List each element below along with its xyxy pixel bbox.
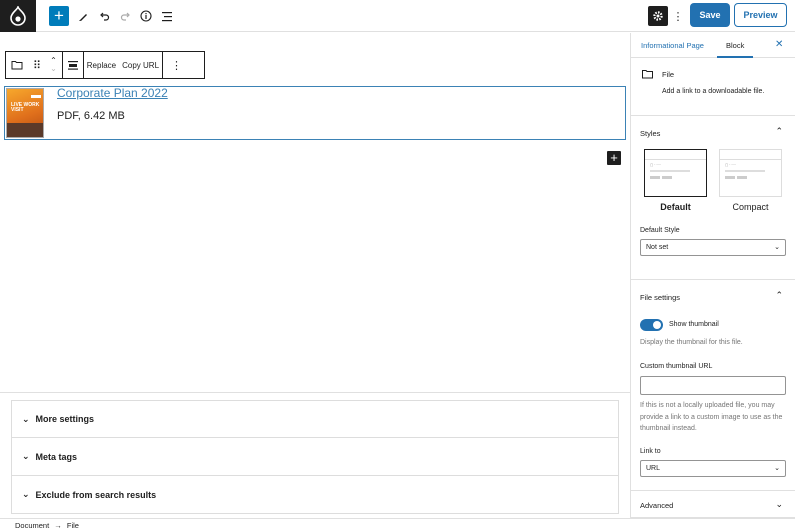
undo-button[interactable] — [97, 6, 111, 26]
custom-thumbnail-url-field[interactable] — [640, 376, 786, 395]
link-to-label: Link to — [640, 448, 661, 455]
replace-button[interactable]: Replace — [84, 61, 119, 70]
chevron-down-icon: ⌄ — [22, 489, 30, 499]
style-option-default[interactable]: ▢ ······ — [644, 149, 707, 197]
kebab-icon: ⋮ — [171, 59, 183, 72]
breadcrumb-file: File — [66, 521, 79, 530]
panel-label: More settings — [35, 414, 95, 424]
file-settings-title[interactable]: File settings — [640, 293, 680, 302]
block-toolbar: ⠿ ⌃ ⌄ Replace Copy URL ⋮ — [5, 51, 205, 79]
drag-handle-icon[interactable]: ⠿ — [28, 59, 45, 72]
link-to-select[interactable]: URL ⌄ — [640, 460, 786, 477]
file-actions: Replace Copy URL — [84, 52, 164, 78]
align-icon — [67, 61, 78, 70]
more-settings-panel[interactable]: ⌄ More settings — [11, 400, 619, 438]
top-toolbar: + ⋮ Save Preview — [0, 0, 795, 32]
default-style-label: Default Style — [640, 227, 680, 234]
details-button[interactable] — [139, 6, 153, 26]
thumbnail-logo — [31, 95, 41, 98]
list-view-button[interactable] — [160, 6, 174, 26]
breadcrumb-document[interactable]: Document — [15, 521, 49, 530]
style-label-compact: Compact — [732, 202, 769, 212]
default-style-select[interactable]: Not set ⌄ — [640, 239, 786, 256]
folder-icon — [11, 61, 23, 70]
panel-label: Exclude from search results — [35, 489, 157, 500]
link-to-value: URL — [646, 465, 661, 472]
save-button[interactable]: Save — [690, 3, 730, 27]
advanced-title: Advanced — [640, 501, 674, 510]
settings-button[interactable] — [648, 6, 668, 26]
breadcrumb: Document → File — [0, 518, 795, 530]
chevron-down-icon: ⌄ — [22, 451, 30, 461]
align-button[interactable] — [63, 52, 84, 78]
file-thumbnail: LIVE WORK VISIT — [6, 88, 44, 138]
style-option-compact[interactable]: ▢ ······ — [719, 149, 782, 197]
edit-tools-button[interactable] — [76, 6, 90, 26]
thumbnail-photo — [7, 123, 43, 137]
editor-canvas: ⠿ ⌃ ⌄ Replace Copy URL ⋮ LIVE WORK VISIT … — [0, 33, 630, 393]
undo-icon — [99, 12, 109, 21]
drupal-logo-icon[interactable] — [0, 0, 36, 32]
folder-icon — [642, 70, 653, 79]
block-card-title: File — [662, 70, 675, 79]
show-thumbnail-label: Show thumbnail — [669, 321, 719, 328]
copy-url-button[interactable]: Copy URL — [119, 61, 162, 70]
default-style-value: Not set — [646, 244, 669, 251]
chevron-up-icon[interactable]: ⌃ — [775, 290, 783, 301]
add-block-button[interactable]: + — [49, 6, 69, 26]
styles-panel: Styles ⌃ ▢ ······ Default ▢ ······ Compa… — [631, 116, 795, 280]
exclude-search-panel[interactable]: ⌄ Exclude from search results — [11, 476, 619, 514]
preview-button[interactable]: Preview — [734, 3, 787, 27]
block-card-description: Add a link to a downloadable file. — [662, 88, 765, 95]
custom-thumbnail-url-help: If this is not a locally uploaded file, … — [640, 402, 783, 432]
meta-box-list: ⌄ More settings ⌄ Meta tags ⌄ Exclude from … — [11, 400, 619, 514]
file-size: PDF, 6.42 MB — [57, 110, 125, 122]
sidebar-tabs: Informational Page Block ✕ — [631, 33, 795, 58]
meta-boxes: ⌄ More settings ⌄ Meta tags ⌄ Exclude from … — [0, 392, 630, 518]
block-options-button[interactable]: ⋮ — [163, 52, 190, 78]
redo-icon — [120, 12, 130, 21]
show-thumbnail-help: Display the thumbnail for this file. — [640, 339, 743, 346]
chevron-down-icon: ⌄ — [22, 413, 30, 424]
show-thumbnail-toggle[interactable] — [640, 319, 663, 331]
file-link[interactable]: Corporate Plan 2022 — [57, 86, 168, 100]
info-icon — [140, 10, 152, 22]
kebab-icon: ⋮ — [672, 10, 684, 23]
list-view-icon — [162, 11, 172, 21]
pencil-icon — [78, 13, 87, 21]
close-icon[interactable]: ✕ — [775, 39, 783, 50]
meta-tags-panel[interactable]: ⌄ Meta tags — [11, 438, 619, 476]
file-settings-panel: File settings ⌃ Show thumbnail Display t… — [631, 280, 795, 491]
gear-icon — [653, 11, 663, 21]
block-inserter-button[interactable]: + — [607, 151, 621, 165]
chevron-down-icon: ⌄ — [775, 499, 783, 509]
block-card: File Add a link to a downloadable file. — [631, 58, 795, 116]
block-type-switcher[interactable]: ⠿ ⌃ ⌄ — [6, 52, 63, 78]
options-menu-button[interactable]: ⋮ — [672, 6, 684, 26]
redo-button[interactable] — [118, 6, 132, 26]
panel-label: Meta tags — [35, 451, 78, 462]
thumbnail-cover-text: LIVE WORK VISIT — [11, 102, 40, 113]
chevron-down-icon: ⌄ — [774, 244, 780, 251]
tab-page[interactable]: Informational Page — [641, 41, 704, 50]
chevron-down-icon: ⌄ — [774, 465, 780, 472]
toggle-knob — [653, 321, 661, 329]
move-up-down-icon[interactable]: ⌃ ⌄ — [45, 57, 62, 73]
chevron-up-icon[interactable]: ⌃ — [775, 126, 783, 137]
styles-title[interactable]: Styles — [640, 129, 660, 138]
breadcrumb-separator: → — [54, 521, 62, 530]
advanced-panel[interactable]: Advanced ⌄ — [631, 491, 795, 518]
settings-sidebar: Informational Page Block ✕ File Add a li… — [630, 33, 795, 518]
tab-block[interactable]: Block — [726, 41, 744, 50]
custom-thumbnail-url-label: Custom thumbnail URL — [640, 363, 713, 370]
style-label-default: Default — [660, 202, 691, 212]
